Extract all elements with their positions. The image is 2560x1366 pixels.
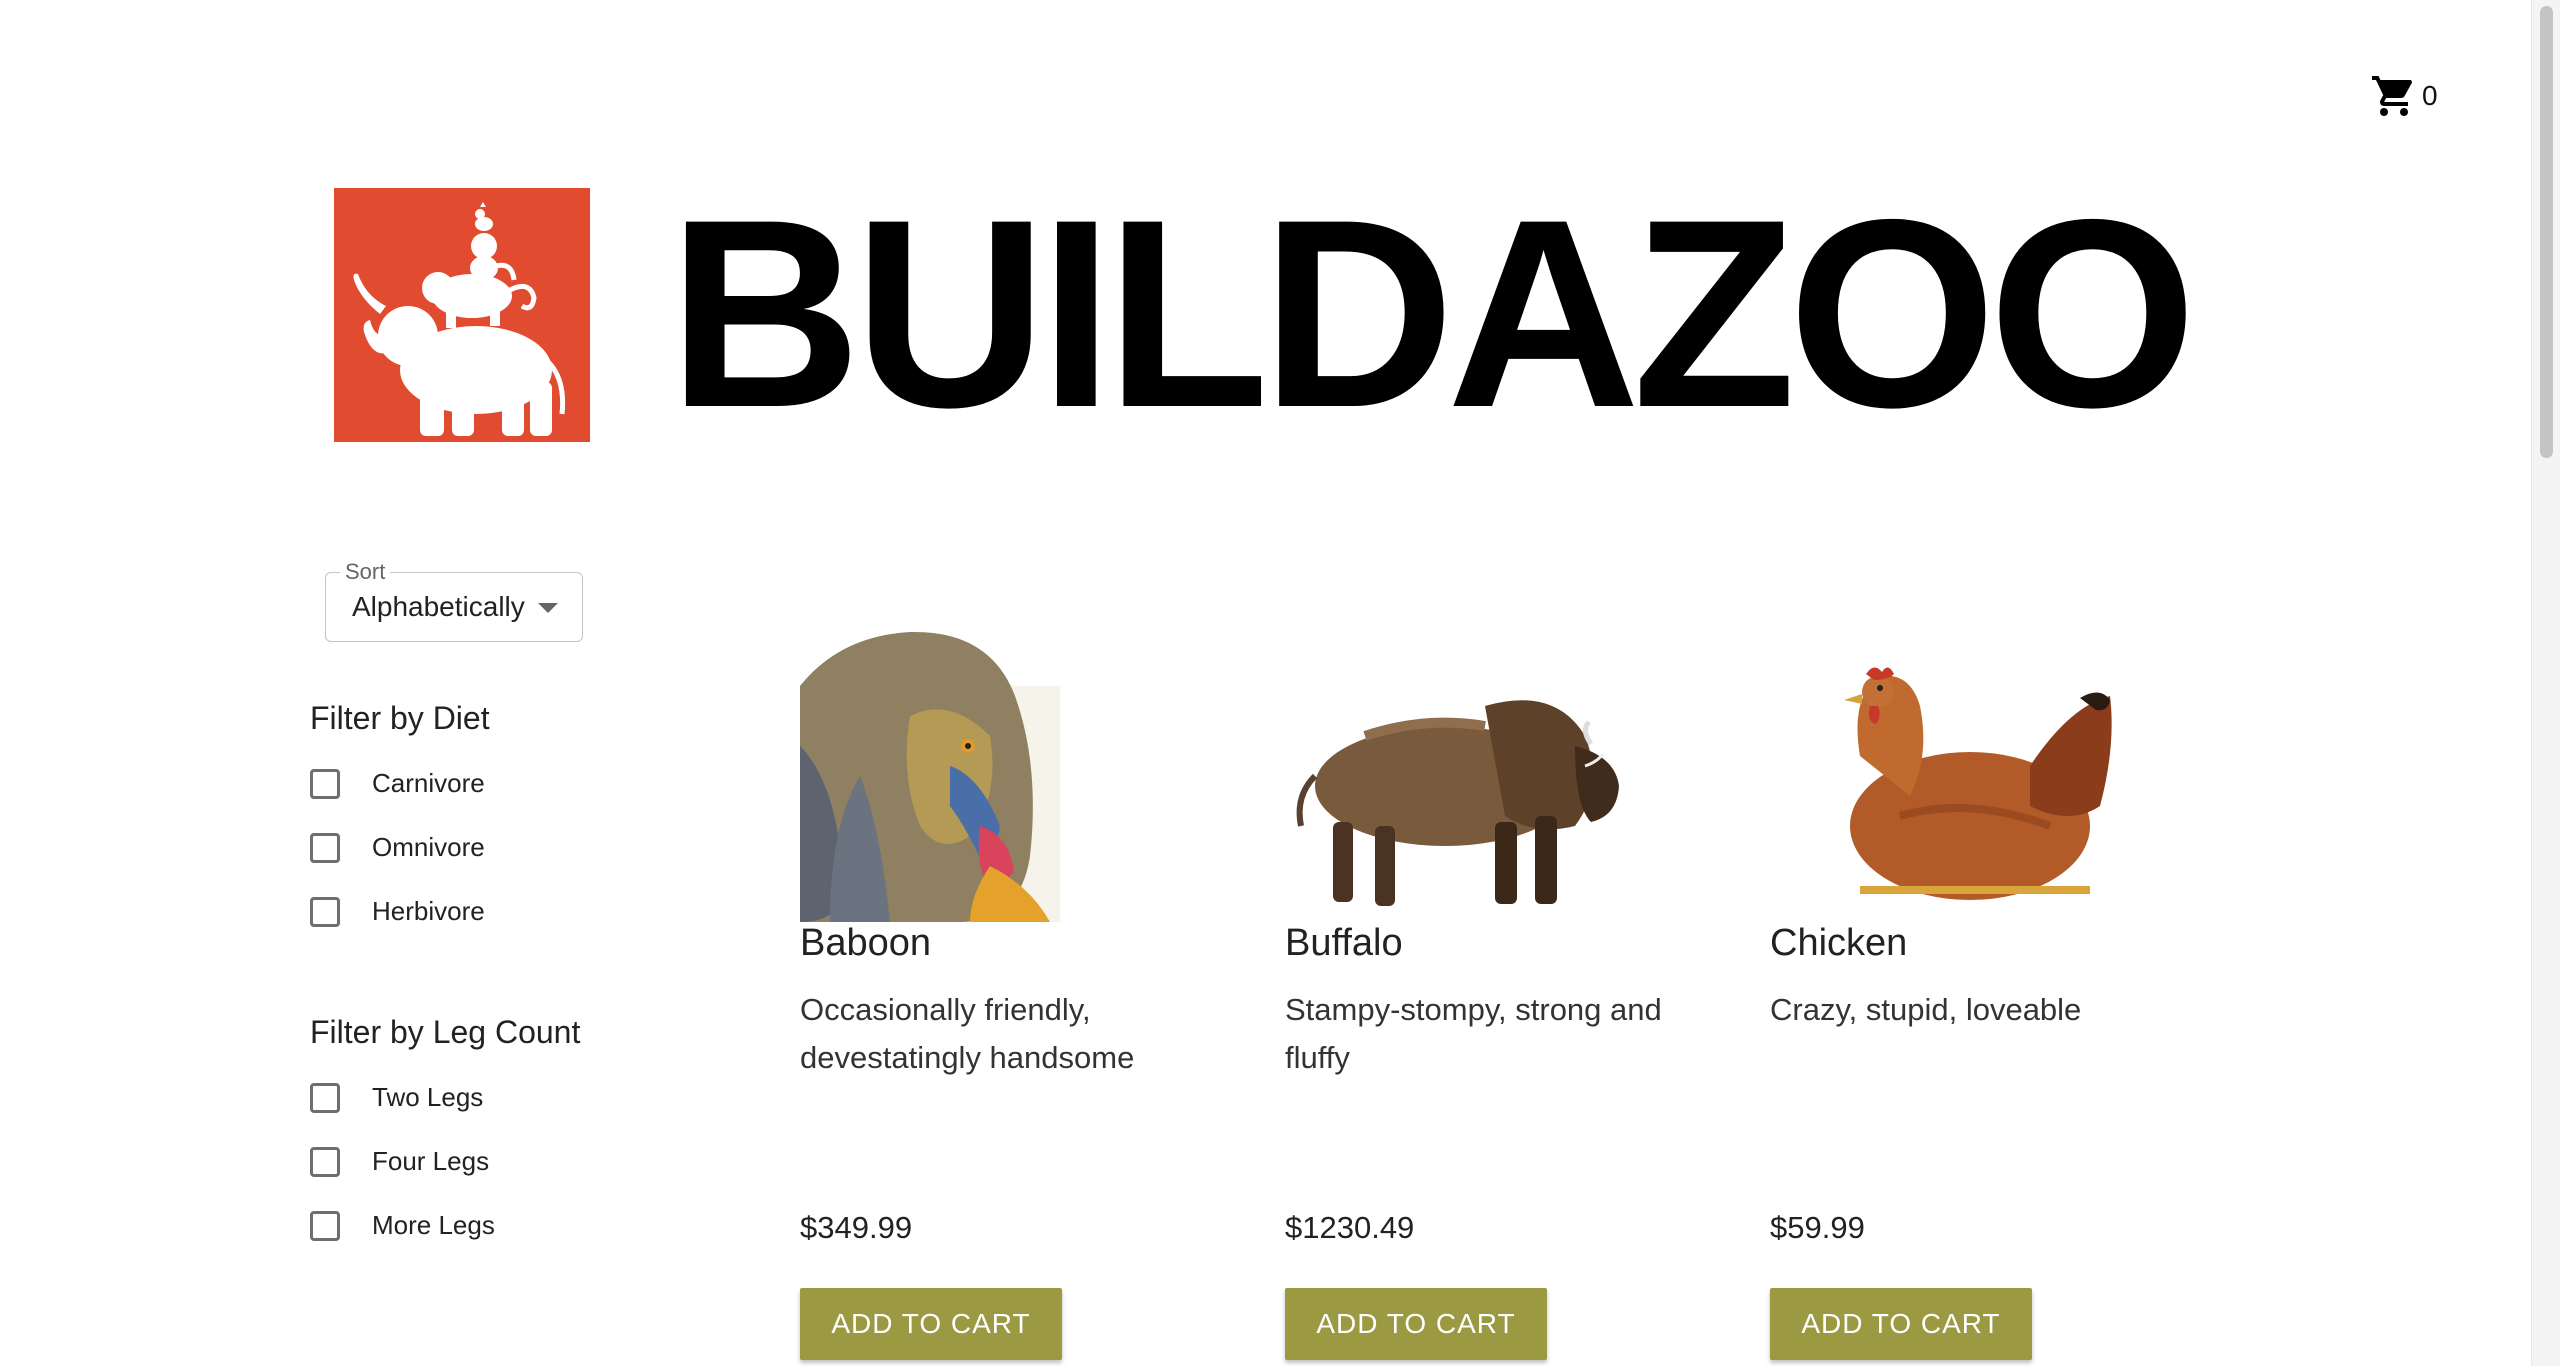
product-card-baboon: Baboon Occasionally friendly, devestatin… [800, 626, 1200, 1360]
product-card-chicken: Chicken Crazy, stupid, loveable $59.99 A… [1770, 626, 2170, 1360]
product-description: Crazy, stupid, loveable [1770, 992, 2082, 1027]
product-price: $59.99 [1770, 1210, 1865, 1245]
checkbox[interactable] [310, 1146, 340, 1177]
filter-legs-four[interactable]: Four Legs [310, 1146, 489, 1177]
product-image-baboon[interactable] [800, 626, 1200, 922]
site-title: BUILDAZOO [668, 163, 2197, 463]
add-to-cart-button[interactable]: ADD TO CART [1285, 1288, 1547, 1360]
product-description: Stampy-stompy, strong and fluffy [1285, 992, 1662, 1075]
checkbox-label: Two Legs [372, 1082, 484, 1112]
site-logo[interactable] [334, 188, 590, 442]
product-image-chicken[interactable] [1770, 626, 2170, 922]
sort-select[interactable]: Sort Alphabetically [325, 559, 583, 642]
sort-label: Sort [340, 559, 391, 585]
checkbox[interactable] [310, 832, 340, 863]
buffalo-image [1296, 700, 1619, 906]
product-price: $349.99 [800, 1210, 913, 1245]
checkbox[interactable] [310, 768, 340, 799]
product-name: Baboon [800, 922, 932, 964]
add-to-cart-button[interactable]: ADD TO CART [800, 1288, 1062, 1360]
cart-button[interactable]: 0 [2370, 72, 2438, 120]
checkbox-label: More Legs [372, 1210, 495, 1240]
filter-diet-herbivore[interactable]: Herbivore [310, 896, 485, 927]
baboon-image [800, 631, 1060, 922]
checkbox-label: Carnivore [372, 768, 485, 798]
caret-down-icon [538, 603, 558, 613]
filter-diet-title: Filter by Diet [310, 700, 490, 736]
filter-legs-title: Filter by Leg Count [310, 1014, 581, 1050]
product-price: $1230.49 [1285, 1210, 1415, 1245]
filter-legs-more[interactable]: More Legs [310, 1210, 495, 1241]
product-name: Chicken [1770, 922, 1908, 964]
add-to-cart-button[interactable]: ADD TO CART [1770, 1288, 2032, 1360]
checkbox[interactable] [310, 1082, 340, 1113]
checkbox-label: Omnivore [372, 832, 485, 862]
checkbox-label: Herbivore [372, 896, 485, 926]
sort-selected-value: Alphabetically [352, 591, 525, 622]
cart-count: 0 [2422, 80, 2438, 111]
shopping-cart-icon [2370, 72, 2418, 120]
product-card-buffalo: Buffalo Stampy-stompy, strong and fluffy… [1285, 626, 1685, 1360]
filter-diet-carnivore[interactable]: Carnivore [310, 768, 485, 799]
product-image-buffalo[interactable] [1285, 626, 1685, 922]
checkbox[interactable] [310, 1210, 340, 1241]
scrollbar-thumb[interactable] [2540, 6, 2553, 458]
vertical-scrollbar[interactable] [2531, 0, 2560, 1366]
filter-diet-omnivore[interactable]: Omnivore [310, 832, 485, 863]
chicken-image [1844, 667, 2112, 900]
filter-legs-two[interactable]: Two Legs [310, 1082, 483, 1113]
checkbox[interactable] [310, 896, 340, 927]
product-name: Buffalo [1285, 922, 1403, 964]
checkbox-label: Four Legs [372, 1146, 490, 1176]
stacked-animals-logo-icon [353, 202, 566, 436]
product-description: Occasionally friendly, devestatingly han… [800, 992, 1135, 1075]
